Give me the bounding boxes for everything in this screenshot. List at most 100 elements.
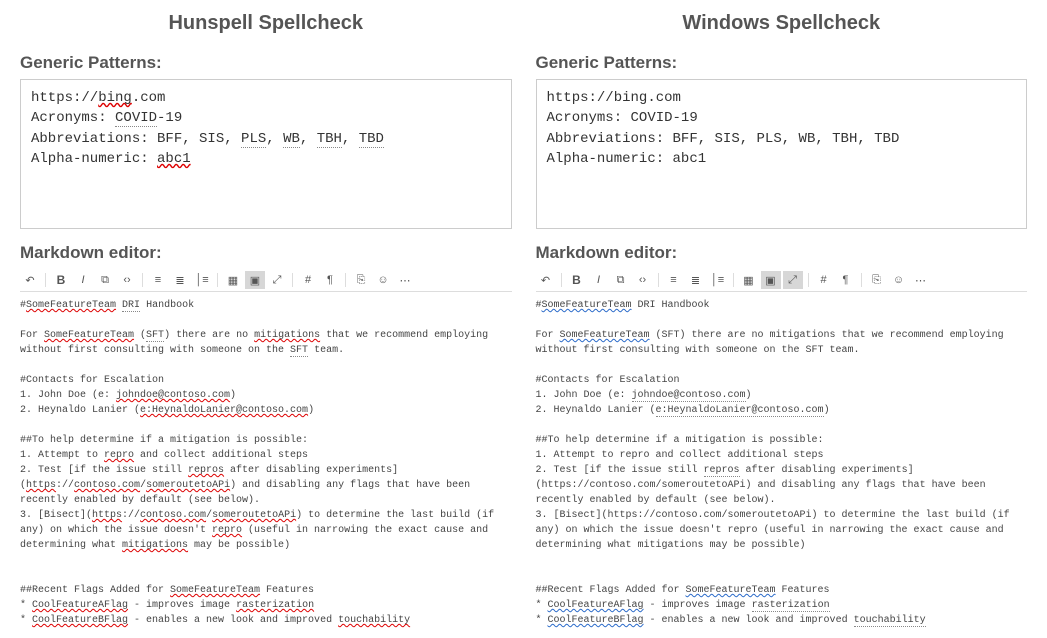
generic-patterns-textbox[interactable]: https://bing.com Acronyms: COVID-19 Abbr…: [20, 79, 512, 229]
spell-error: touchability: [338, 615, 410, 626]
t: ): [746, 390, 752, 401]
spell-error: CoolFeatureAFlag: [32, 600, 128, 611]
generic-patterns-textbox[interactable]: https://bing.com Acronyms: COVID-19 Abbr…: [536, 79, 1028, 229]
attach-button[interactable]: ¶: [836, 271, 856, 289]
undo-button[interactable]: ↶: [20, 271, 40, 289]
text: Abbreviations: BFF, SIS, PLS, WB, TBH, T…: [547, 131, 900, 147]
code-button[interactable]: ‹›: [633, 271, 653, 289]
markdown-editor-textarea[interactable]: #SomeFeatureTeam DRI Handbook For SomeFe…: [536, 298, 1028, 628]
t: - enables a new look and improved: [644, 615, 854, 626]
separator: [658, 273, 659, 287]
bold-button[interactable]: B: [567, 271, 587, 289]
quote-button[interactable]: │≡: [192, 271, 212, 289]
t: 2. Test [if the issue still: [20, 465, 188, 476]
t: Features: [260, 585, 314, 596]
spell-error: repro: [212, 525, 242, 536]
quote-button[interactable]: │≡: [708, 271, 728, 289]
t: ##To help determine if a mitigation is p…: [20, 435, 308, 446]
image-button[interactable]: ▣: [761, 271, 781, 289]
grammar-hint: SFT: [290, 345, 308, 357]
italic-button[interactable]: I: [589, 271, 609, 289]
editor-toolbar: ↶ B I ⧉ ‹› ≡ ≣ │≡ ▦ ▣ ⤢ # ¶ ⎘ ☺ ⋯: [20, 269, 512, 292]
hash-button[interactable]: #: [298, 271, 318, 289]
t: ): [824, 405, 830, 416]
t: ://: [56, 480, 74, 491]
t: #Contacts for Escalation: [536, 375, 680, 386]
spell-error: abc1: [157, 151, 191, 167]
t: *: [20, 615, 32, 626]
t: ://: [122, 510, 140, 521]
t: 2. Heynaldo Lanier (: [536, 405, 656, 416]
text: ,: [300, 131, 317, 147]
ordered-list-button[interactable]: ≡: [148, 271, 168, 289]
grammar-hint: TBD: [359, 131, 384, 148]
t: 2. Test [if the issue still: [536, 465, 704, 476]
t: ##Recent Flags Added for: [20, 585, 170, 596]
t: ) there are no: [164, 330, 254, 341]
separator: [217, 273, 218, 287]
t: 3. [Bisect](https://contoso.com/somerout…: [536, 510, 1016, 551]
grammar-hint: e:HeynaldoLanier@contoso.com: [656, 405, 824, 417]
attach-button[interactable]: ¶: [320, 271, 340, 289]
ordered-list-button[interactable]: ≡: [664, 271, 684, 289]
copy-button[interactable]: ⎘: [351, 271, 371, 289]
bold-button[interactable]: B: [51, 271, 71, 289]
t: - improves image: [128, 600, 236, 611]
spell-error: contoso.com: [74, 480, 140, 491]
generic-patterns-heading: Generic Patterns:: [20, 53, 512, 73]
separator: [861, 273, 862, 287]
separator: [808, 273, 809, 287]
spell-error: https: [92, 510, 122, 521]
comparison-columns: Hunspell Spellcheck Generic Patterns: ht…: [20, 10, 1027, 628]
grammar-hint: SomeFeatureTeam: [542, 300, 632, 311]
hunspell-column: Hunspell Spellcheck Generic Patterns: ht…: [20, 10, 512, 628]
spell-error: mitigations: [122, 540, 188, 551]
expand-button[interactable]: ⤢: [267, 271, 287, 289]
expand-button[interactable]: ⤢: [783, 271, 803, 289]
t: 3. [Bisect](: [20, 510, 92, 521]
link-button[interactable]: ⧉: [611, 271, 631, 289]
link-button[interactable]: ⧉: [95, 271, 115, 289]
emoji-button[interactable]: ☺: [373, 271, 393, 289]
text: Acronyms: COVID-19: [547, 110, 698, 126]
text: ,: [342, 131, 359, 147]
editor-toolbar: ↶ B I ⧉ ‹› ≡ ≣ │≡ ▦ ▣ ⤢ # ¶ ⎘ ☺ ⋯: [536, 269, 1028, 292]
grammar-hint: DRI: [122, 300, 140, 312]
spell-error: SomeFeatureTeam: [170, 585, 260, 596]
t: *: [536, 615, 548, 626]
image-button[interactable]: ▣: [245, 271, 265, 289]
hash-button[interactable]: #: [814, 271, 834, 289]
t: may be possible): [188, 540, 290, 551]
unordered-list-button[interactable]: ≣: [686, 271, 706, 289]
table-button[interactable]: ▦: [739, 271, 759, 289]
text: Alpha-numeric:: [31, 151, 157, 167]
copy-button[interactable]: ⎘: [867, 271, 887, 289]
table-button[interactable]: ▦: [223, 271, 243, 289]
grammar-hint: SomeFeatureTeam: [686, 585, 776, 596]
markdown-editor-textarea[interactable]: #SomeFeatureTeam DRI Handbook For SomeFe…: [20, 298, 512, 628]
t: and collect additional steps: [134, 450, 308, 461]
spell-error: repros: [188, 465, 224, 476]
grammar-hint: repros: [704, 465, 740, 477]
t: 1. John Doe (e:: [536, 390, 632, 401]
emoji-button[interactable]: ☺: [889, 271, 909, 289]
t: Handbook: [140, 300, 194, 311]
t: (: [134, 330, 146, 341]
grammar-hint: rasterization: [752, 600, 830, 612]
separator: [292, 273, 293, 287]
generic-patterns-heading: Generic Patterns:: [536, 53, 1028, 73]
code-button[interactable]: ‹›: [117, 271, 137, 289]
windows-column: Windows Spellcheck Generic Patterns: htt…: [536, 10, 1028, 628]
more-button[interactable]: ⋯: [395, 271, 415, 289]
spell-error: CoolFeatureBFlag: [32, 615, 128, 626]
grammar-hint: johndoe@contoso.com: [632, 390, 746, 402]
t: 2. Heynaldo Lanier (: [20, 405, 140, 416]
t: *: [20, 600, 32, 611]
text: Alpha-numeric: abc1: [547, 151, 707, 167]
t: ##Recent Flags Added for: [536, 585, 686, 596]
italic-button[interactable]: I: [73, 271, 93, 289]
undo-button[interactable]: ↶: [536, 271, 556, 289]
more-button[interactable]: ⋯: [911, 271, 931, 289]
unordered-list-button[interactable]: ≣: [170, 271, 190, 289]
grammar-hint: SomeFeatureTeam: [560, 330, 650, 341]
